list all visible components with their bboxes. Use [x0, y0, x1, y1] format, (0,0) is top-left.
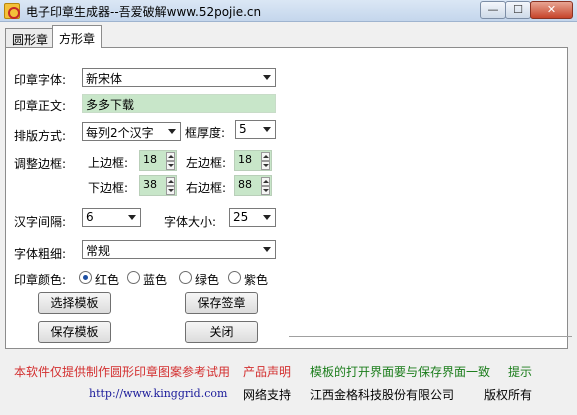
tip-link[interactable]: 提示 [508, 363, 532, 380]
tab-square-seal[interactable]: 方形章 [52, 25, 102, 48]
right-border-value: 88 [238, 178, 252, 191]
left-border-value: 18 [238, 153, 252, 166]
top-border-stepper[interactable]: 18 [139, 150, 177, 171]
layout-select-value: 每列2个汉字 [86, 126, 154, 140]
radio-red-label: 红色 [95, 273, 120, 287]
font-size-value: 25 [233, 210, 249, 224]
char-spacing-select[interactable]: 6 [82, 208, 141, 227]
website-link[interactable]: http://www.kinggrid.com [89, 387, 227, 400]
chevron-down-icon [263, 247, 271, 252]
top-border-value: 18 [143, 153, 157, 166]
copyright-text: 版权所有 [484, 388, 533, 402]
save-seal-button[interactable]: 保存签章 [185, 292, 258, 314]
right-border-stepper[interactable]: 88 [234, 175, 272, 196]
seal-app-icon [4, 3, 20, 19]
spin-up-icon[interactable] [261, 152, 270, 161]
font-select[interactable]: 新宋体 [82, 68, 276, 87]
radio-blue[interactable] [127, 271, 140, 284]
divider [289, 336, 572, 337]
layout-label: 排版方式: [14, 129, 67, 143]
radio-blue-label: 蓝色 [143, 273, 168, 287]
spin-down-icon[interactable] [261, 186, 270, 195]
select-template-button[interactable]: 选择模板 [38, 292, 111, 314]
adjust-border-label: 调整边框: [14, 157, 67, 171]
chevron-down-icon [168, 129, 176, 134]
font-weight-select[interactable]: 常规 [82, 240, 276, 259]
layout-select[interactable]: 每列2个汉字 [82, 122, 181, 141]
close-button[interactable]: 关闭 [185, 321, 258, 343]
radio-green-label: 绿色 [195, 273, 220, 287]
title-bar: 电子印章生成器--吾爱破解www.52pojie.cn — ☐ ✕ [0, 0, 577, 22]
spin-down-icon[interactable] [166, 186, 175, 195]
window-title: 电子印章生成器--吾爱破解www.52pojie.cn [26, 5, 262, 19]
font-label: 印章字体: [14, 73, 67, 87]
bottom-border-label: 下边框: [88, 181, 129, 195]
close-window-button[interactable]: ✕ [530, 1, 573, 19]
font-size-select[interactable]: 25 [229, 208, 276, 227]
seal-color-label: 印章颜色: [14, 273, 67, 287]
bottom-border-value: 38 [143, 178, 157, 191]
seal-text-input[interactable]: 多多下载 [82, 94, 276, 113]
chevron-down-icon [263, 75, 271, 80]
chevron-down-icon [128, 215, 136, 220]
spin-up-icon[interactable] [261, 177, 270, 186]
tab-round-seal[interactable]: 圆形章 [5, 28, 53, 47]
radio-purple[interactable] [228, 271, 241, 284]
radio-purple-label: 紫色 [244, 273, 269, 287]
template-note-text: 模板的打开界面要与保存界面一致 [310, 365, 491, 379]
maximize-button[interactable]: ☐ [505, 1, 531, 19]
border-thickness-value: 5 [239, 122, 247, 136]
font-weight-label: 字体粗细: [14, 247, 67, 261]
border-thickness-select[interactable]: 5 [235, 120, 276, 139]
company-name: 江西金格科技股份有限公司 [310, 388, 455, 402]
font-size-label: 字体大小: [164, 215, 217, 229]
minimize-button[interactable]: — [480, 1, 506, 19]
font-select-value: 新宋体 [86, 72, 123, 86]
right-border-label: 右边框: [186, 181, 227, 195]
bottom-border-stepper[interactable]: 38 [139, 175, 177, 196]
product-statement-link[interactable]: 产品声明 [243, 363, 291, 380]
seal-text-label: 印章正文: [14, 99, 67, 113]
spin-up-icon[interactable] [166, 177, 175, 186]
spin-up-icon[interactable] [166, 152, 175, 161]
spin-down-icon[interactable] [261, 161, 270, 170]
left-border-stepper[interactable]: 18 [234, 150, 272, 171]
chevron-down-icon [263, 215, 271, 220]
font-weight-value: 常规 [86, 244, 111, 258]
left-border-label: 左边框: [186, 156, 227, 170]
char-spacing-label: 汉字间隔: [14, 215, 67, 229]
top-border-label: 上边框: [88, 156, 129, 170]
radio-red[interactable] [79, 271, 92, 284]
chevron-down-icon [263, 127, 271, 132]
save-template-button[interactable]: 保存模板 [38, 321, 111, 343]
border-thickness-label: 框厚度: [185, 126, 226, 140]
char-spacing-value: 6 [86, 210, 94, 224]
network-support-text: 网络支持 [243, 388, 292, 402]
radio-green[interactable] [179, 271, 192, 284]
spin-down-icon[interactable] [166, 161, 175, 170]
disclaimer-text: 本软件仅提供制作圆形印章图案参考试用 [14, 365, 231, 379]
